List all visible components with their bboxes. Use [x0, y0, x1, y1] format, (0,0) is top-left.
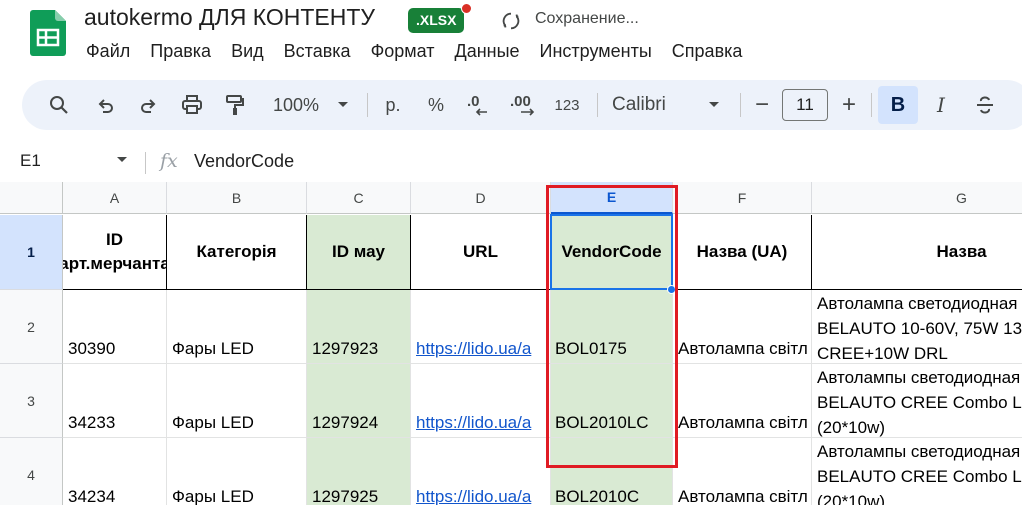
cell-c4[interactable]: 1297925	[307, 438, 411, 505]
cell-c1[interactable]: ID мау	[307, 215, 411, 290]
cell-d3[interactable]: https://lido.ua/a	[411, 364, 551, 438]
currency-format-button[interactable]: р.	[380, 80, 406, 130]
menu-data[interactable]: Данные	[445, 40, 530, 62]
cell-a1[interactable]: ID (арт.мерчанта)	[63, 215, 167, 290]
column-header-c[interactable]: C	[307, 182, 411, 214]
toolbar-divider	[367, 93, 368, 117]
column-header-a[interactable]: A	[63, 182, 167, 214]
toolbar: 100% р. % .0 .00 123 Calibri − 11 + B I	[22, 80, 1022, 130]
zoom-chevron-down-icon[interactable]	[334, 80, 352, 130]
cell-b3[interactable]: Фары LED	[167, 364, 307, 438]
redo-icon	[141, 99, 156, 113]
cell-g4[interactable]: Автолампы светодиодная BELAUTO CREE Comb…	[812, 438, 1022, 505]
cell-b2[interactable]: Фары LED	[167, 290, 307, 364]
cell-b1[interactable]: Категорія	[167, 215, 307, 290]
cell-g1[interactable]: Назва	[812, 215, 1022, 290]
font-chevron-down-icon[interactable]	[705, 80, 723, 130]
menu-edit[interactable]: Правка	[140, 40, 221, 62]
cell-b4[interactable]: Фары LED	[167, 438, 307, 505]
row-header-3[interactable]: 3	[0, 364, 63, 438]
font-size-input[interactable]: 11	[782, 89, 828, 121]
formula-bar-divider	[145, 152, 146, 174]
strikethrough-icon	[977, 96, 993, 114]
font-family-select[interactable]: Calibri	[612, 80, 678, 130]
cell-f3[interactable]: Автолампа світл	[673, 364, 812, 438]
svg-text:.0: .0	[467, 93, 480, 110]
document-title[interactable]: autokermo ДЛЯ КОНТЕНТУ	[84, 4, 375, 31]
cell-g2[interactable]: Автолампа светодиодная BELAUTO 10-60V, 7…	[812, 290, 1022, 364]
undo-icon	[98, 99, 113, 113]
column-header-f[interactable]: F	[673, 182, 812, 214]
cell-f4[interactable]: Автолампа світл	[673, 438, 812, 505]
toolbar-divider	[597, 93, 598, 117]
percent-format-button[interactable]: %	[423, 80, 449, 130]
row-header-2[interactable]: 2	[0, 290, 63, 364]
row-header-1[interactable]: 1	[0, 215, 63, 290]
increase-decimal-icon: .00	[510, 93, 535, 116]
italic-button[interactable]: I	[928, 80, 954, 130]
column-header-g[interactable]: G	[812, 182, 1022, 214]
name-box[interactable]: E1	[20, 151, 41, 171]
increase-decimal-button[interactable]: .00	[508, 80, 542, 130]
menu-file[interactable]: Файл	[76, 40, 140, 62]
zoom-select[interactable]: 100%	[266, 80, 326, 130]
spreadsheet-grid: A B C D E F G 1 2 3 4 ID (арт.мерчанта) …	[0, 182, 1022, 505]
strikethrough-button[interactable]	[972, 80, 998, 130]
more-formats-button[interactable]: 123	[552, 80, 582, 130]
decrease-decimal-button[interactable]: .0	[464, 80, 494, 130]
name-box-chevron-down-icon[interactable]	[116, 156, 128, 164]
highlight-annotation-box	[546, 185, 678, 468]
select-all-corner[interactable]	[0, 182, 63, 214]
cell-f2[interactable]: Автолампа світл	[673, 290, 812, 364]
menu-format[interactable]: Формат	[361, 40, 445, 62]
undo-button[interactable]	[92, 80, 118, 130]
sync-icon	[502, 12, 520, 30]
toolbar-divider	[871, 93, 872, 117]
search-icon	[50, 96, 68, 114]
cell-a4[interactable]: 34234	[63, 438, 167, 505]
menu-view[interactable]: Вид	[221, 40, 274, 62]
paint-format-button[interactable]	[222, 80, 248, 130]
print-icon	[182, 95, 202, 114]
fx-icon: fx	[160, 150, 178, 172]
cell-c3[interactable]: 1297924	[307, 364, 411, 438]
decrease-decimal-icon: .0	[467, 93, 487, 116]
menu-help[interactable]: Справка	[662, 40, 753, 62]
file-format-badge[interactable]: .XLSX	[408, 8, 465, 33]
paint-format-icon	[226, 95, 244, 115]
cell-d2[interactable]: https://lido.ua/a	[411, 290, 551, 364]
menu-tools[interactable]: Инструменты	[530, 40, 662, 62]
bold-button[interactable]: B	[878, 86, 918, 124]
cell-a2[interactable]: 30390	[63, 290, 167, 364]
menu-bar: Файл Правка Вид Вставка Формат Данные Ин…	[76, 40, 752, 62]
save-status: Сохранение...	[535, 10, 639, 27]
svg-text:.00: .00	[510, 93, 531, 110]
print-button[interactable]	[178, 80, 206, 130]
toolbar-divider	[740, 93, 741, 117]
app-header: autokermo ДЛЯ КОНТЕНТУ .XLSX Сохранение.…	[0, 0, 1022, 72]
redo-button[interactable]	[136, 80, 162, 130]
cell-f1[interactable]: Назва (UA)	[673, 215, 812, 290]
cell-d1[interactable]: URL	[411, 215, 551, 290]
formula-bar: E1 fx VendorCode	[0, 142, 1022, 182]
cell-g3[interactable]: Автолампы светодиодная BELAUTO CREE Comb…	[812, 364, 1022, 438]
cell-d4[interactable]: https://lido.ua/a	[411, 438, 551, 505]
sheets-logo-icon[interactable]	[30, 10, 66, 56]
menu-insert[interactable]: Вставка	[274, 40, 361, 62]
formula-input[interactable]: VendorCode	[194, 151, 294, 172]
row-header-4[interactable]: 4	[0, 438, 63, 505]
increase-font-size-button[interactable]: +	[837, 80, 861, 130]
column-header-d[interactable]: D	[411, 182, 551, 214]
search-button[interactable]	[46, 80, 72, 130]
unsaved-indicator	[461, 3, 472, 14]
cell-c2[interactable]: 1297923	[307, 290, 411, 364]
cell-a3[interactable]: 34233	[63, 364, 167, 438]
decrease-font-size-button[interactable]: −	[750, 80, 774, 130]
column-header-b[interactable]: B	[167, 182, 307, 214]
